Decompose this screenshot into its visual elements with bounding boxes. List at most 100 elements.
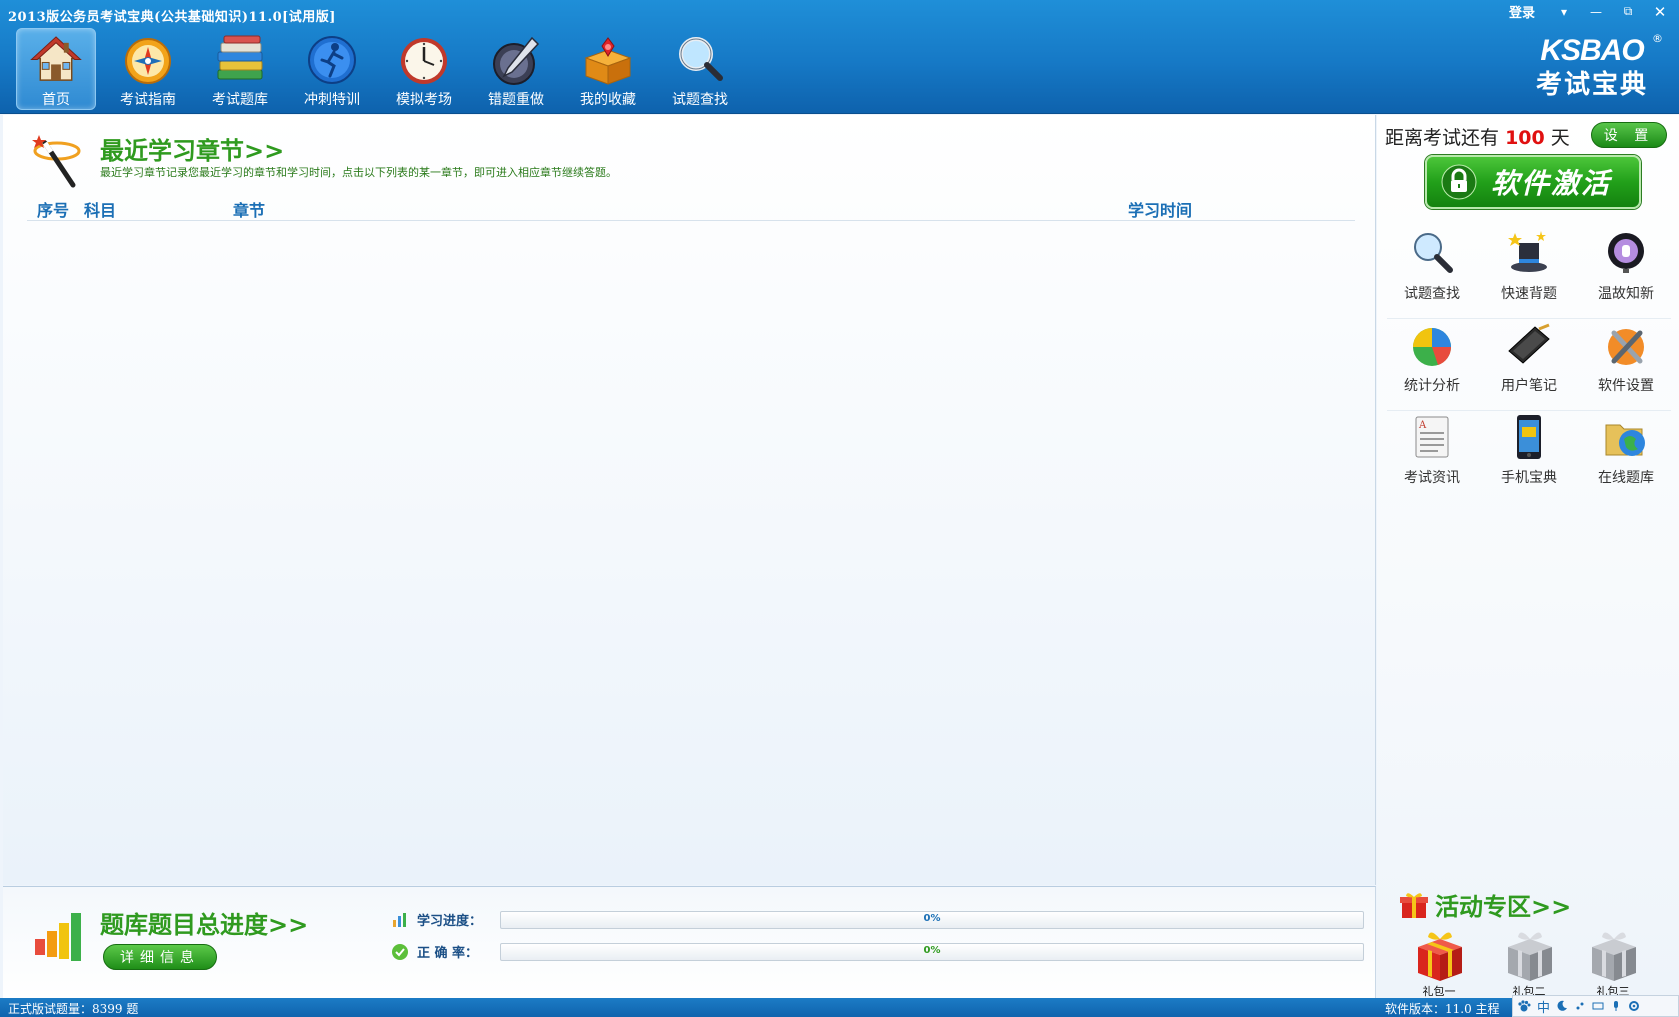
magic-hat-icon	[1508, 231, 1547, 272]
treasure-box-icon	[584, 37, 632, 85]
main-toolbar: 首页 考试指南 考试题库 冲刺特训 模拟考场 错题重做 我的收藏 试题查找	[16, 28, 740, 110]
tools-row: A 考试资讯 手机宝典 在线题库	[1387, 411, 1671, 503]
tool-label: 手机宝典	[1501, 470, 1557, 486]
document-icon: A	[1415, 416, 1449, 458]
gift-pack-3[interactable]: 礼包三	[1581, 927, 1645, 999]
tool-mobile-edition[interactable]: 手机宝典	[1484, 411, 1574, 503]
tool-question-search[interactable]: 试题查找	[1387, 227, 1477, 318]
microphone-icon[interactable]	[1610, 1000, 1622, 1012]
toolbar-question-bank[interactable]: 考试题库	[200, 28, 280, 110]
toolbar-sprint-training[interactable]: 冲刺特训	[292, 28, 372, 110]
tool-statistics[interactable]: 统计分析	[1387, 319, 1477, 410]
dropdown-menu-icon[interactable]: ▾	[1555, 3, 1573, 21]
moon-icon[interactable]	[1556, 1000, 1568, 1012]
tool-review[interactable]: 温故知新	[1581, 227, 1671, 318]
column-subject[interactable]: 科目	[84, 197, 116, 221]
ime-language[interactable]: 中	[1537, 997, 1550, 1016]
books-icon	[217, 35, 263, 80]
activity-title[interactable]: 活动专区>>	[1435, 887, 1571, 922]
gift-pack-2[interactable]: 礼包二	[1497, 927, 1561, 999]
minimize-icon[interactable]: —	[1587, 3, 1605, 21]
toolbar-exam-guide[interactable]: 考试指南	[108, 28, 188, 110]
activate-label: 软件激活	[1491, 167, 1612, 200]
magnifier-icon	[1414, 233, 1453, 273]
gift-label: 礼包一	[1422, 985, 1456, 998]
toolbar-home[interactable]: 首页	[16, 28, 96, 110]
logo-text: KSBAO	[1540, 34, 1644, 67]
window-controls: 登录 ▾ — ⧉ ✕	[1509, 2, 1669, 22]
column-index[interactable]: 序号	[37, 197, 69, 221]
small-bar-chart-icon	[393, 912, 406, 927]
countdown-suffix: 天	[1550, 127, 1570, 149]
keyboard-icon[interactable]	[1592, 1000, 1604, 1012]
pie-chart-icon	[1413, 328, 1451, 366]
magic-wand-icon	[32, 135, 81, 188]
toolbar-label: 我的收藏	[580, 92, 636, 108]
tool-software-settings[interactable]: 软件设置	[1581, 319, 1671, 410]
toolbar-label: 首页	[42, 92, 70, 108]
recent-table-header: 序号 科目 章节 学习时间	[27, 197, 1355, 221]
tool-label: 用户笔记	[1501, 378, 1557, 394]
progress-panel: 题库题目总进度>> 详细信息 学习进度： 0% 正 确 率： 0%	[3, 886, 1376, 998]
toolbar-question-search[interactable]: 试题查找	[660, 28, 740, 110]
tool-label: 试题查找	[1404, 286, 1460, 302]
progress-title[interactable]: 题库题目总进度>>	[100, 905, 308, 940]
restore-icon[interactable]: ⧉	[1619, 3, 1637, 21]
check-circle-icon	[392, 943, 408, 960]
bar-chart-icon	[35, 913, 81, 961]
tool-label: 快速背题	[1501, 286, 1557, 302]
tool-label: 考试资讯	[1404, 470, 1460, 486]
exam-countdown: 距离考试还有 100 天	[1385, 123, 1570, 150]
activate-software-button[interactable]: 软件激活	[1425, 155, 1641, 209]
login-link[interactable]: 登录	[1509, 2, 1535, 21]
countdown-settings-button[interactable]: 设 置	[1591, 122, 1667, 148]
toolbar-label: 试题查找	[672, 92, 728, 108]
clock-icon	[401, 38, 447, 84]
gift-box-gray-icon	[1592, 932, 1636, 981]
question-count-status: 正式版试题量：8399 题	[8, 1002, 139, 1016]
tools-icon	[1608, 329, 1644, 365]
software-version-status: 软件版本：11.0 主程	[1385, 1002, 1500, 1016]
tool-online-bank[interactable]: 在线题库	[1581, 411, 1671, 503]
recent-chapters-description: 最近学习章节记录您最近学习的章节和学习时间，点击以下列表的某一章节，即可进入相应…	[100, 166, 617, 179]
runner-globe-icon	[308, 36, 356, 84]
toolbar-label: 冲刺特训	[304, 92, 360, 108]
lightbulb-icon	[1608, 233, 1644, 273]
gift-pack-1[interactable]: 礼包一	[1407, 927, 1471, 999]
countdown-prefix: 距离考试还有	[1385, 127, 1500, 149]
right-sidebar: 距离考试还有 100 天 设 置 软件激活 试题查找 快速背题 温故知新 统计分…	[1377, 115, 1679, 998]
tools-row: 试题查找 快速背题 温故知新	[1387, 227, 1671, 319]
gear-icon[interactable]	[1628, 1000, 1640, 1012]
ksbao-logo: KSBAO 考试宝典 ®	[1527, 32, 1663, 104]
close-icon[interactable]: ✕	[1651, 3, 1669, 21]
toolbar-label: 考试指南	[120, 92, 176, 108]
recent-chapters-panel: 最近学习章节>> 最近学习章节记录您最近学习的章节和学习时间，点击以下列表的某一…	[3, 115, 1376, 885]
ime-toolbar[interactable]: 中	[1512, 995, 1679, 1017]
magnifier-icon	[679, 37, 723, 81]
tool-label: 软件设置	[1598, 378, 1654, 394]
tool-user-notes[interactable]: 用户笔记	[1484, 319, 1574, 410]
logo-subtext: 考试宝典	[1535, 70, 1648, 100]
tool-quick-memorize[interactable]: 快速背题	[1484, 227, 1574, 318]
paw-icon	[1518, 1000, 1531, 1012]
toolbar-mock-exam[interactable]: 模拟考场	[384, 28, 464, 110]
study-progress-percent: 0%	[923, 913, 941, 924]
tool-label: 在线题库	[1598, 470, 1654, 486]
home-icon	[30, 36, 82, 81]
lock-icon	[1441, 164, 1477, 200]
recent-chapters-title[interactable]: 最近学习章节>>	[100, 131, 284, 166]
column-study-time[interactable]: 学习时间	[1128, 197, 1192, 221]
gift-icon	[1400, 893, 1428, 918]
toolbar-my-favorites[interactable]: 我的收藏	[568, 28, 648, 110]
compass-icon	[125, 38, 171, 84]
toolbar-label: 模拟考场	[396, 92, 452, 108]
punctuation-icon[interactable]	[1574, 1000, 1586, 1012]
accuracy-label: 正 确 率：	[417, 946, 479, 961]
detail-info-button[interactable]: 详细信息	[103, 944, 217, 970]
tool-exam-news[interactable]: A 考试资讯	[1387, 411, 1477, 503]
registered-mark: ®	[1652, 32, 1663, 45]
globe-folder-icon	[1605, 424, 1645, 456]
study-progress-label: 学习进度：	[417, 914, 483, 929]
column-chapter[interactable]: 章节	[233, 197, 265, 221]
toolbar-redo-mistakes[interactable]: 错题重做	[476, 28, 556, 110]
